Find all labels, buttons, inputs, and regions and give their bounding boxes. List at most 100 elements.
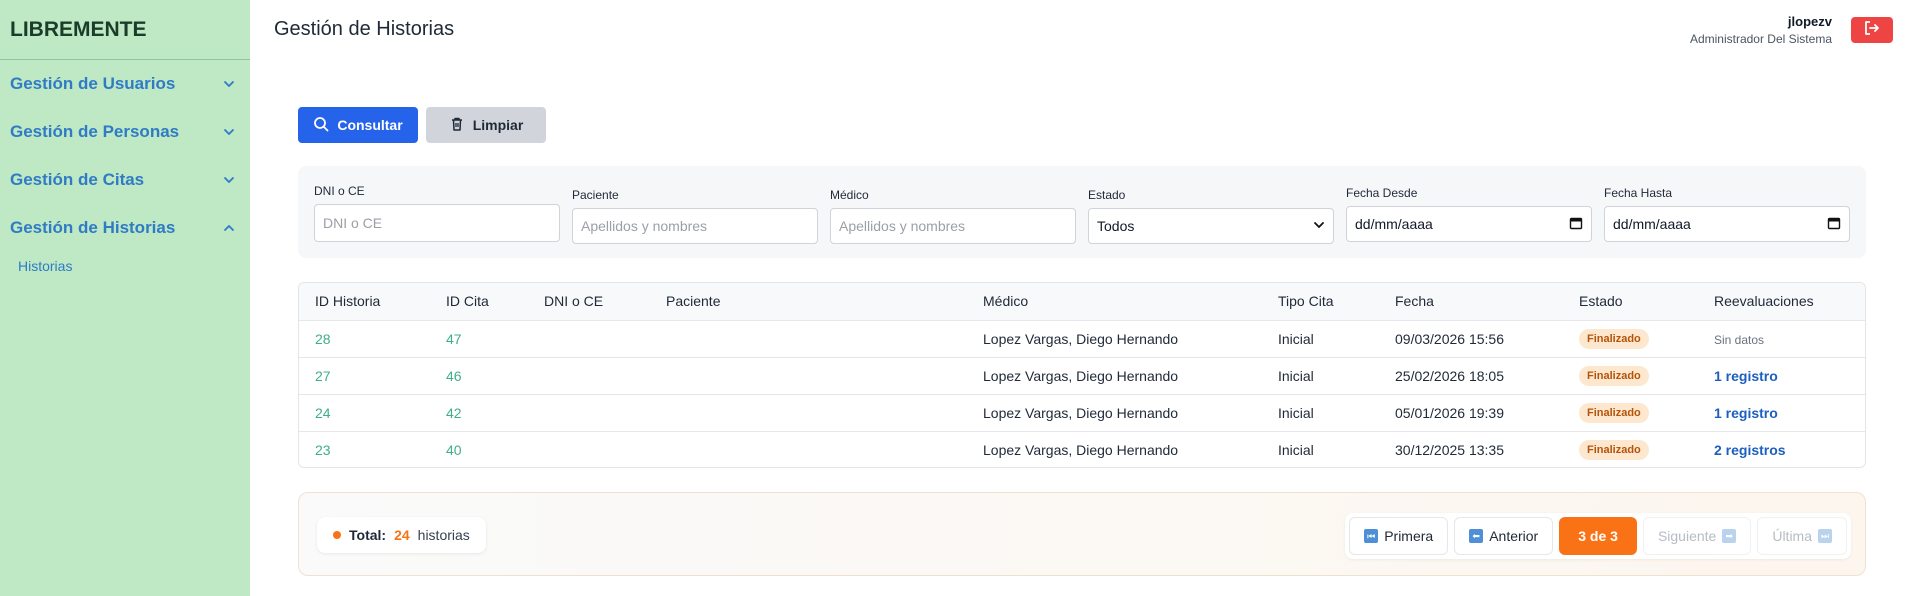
column-header: Médico	[983, 293, 1029, 310]
filter-medico: Médico Apellidos y nombres	[830, 188, 1076, 244]
id-historia-link[interactable]: 28	[299, 320, 430, 357]
id-historia-link[interactable]: 27	[299, 357, 430, 394]
reevaluaciones-link[interactable]: 2 registros	[1714, 442, 1786, 458]
filter-estado: Estado Todos	[1088, 188, 1334, 244]
nav-item-historias[interactable]: Historias	[0, 252, 250, 280]
page-title: Gestión de Historias	[274, 18, 455, 40]
id-cita-link[interactable]: 40	[430, 431, 528, 467]
filter-paciente: Paciente Apellidos y nombres	[572, 188, 818, 244]
table-row: 28 47 Lopez Vargas, Diego Hernando Inici…	[299, 320, 1865, 357]
dni-cell	[528, 431, 650, 467]
reevaluaciones-cell: 2 registros	[1698, 431, 1865, 467]
medico-cell: Lopez Vargas, Diego Hernando	[983, 367, 1179, 384]
medico-cell: Lopez Vargas, Diego Hernando	[983, 404, 1179, 421]
column-header: ID Cita	[446, 293, 489, 310]
filter-fecha-hasta: Fecha Hasta dd/mm/aaaa	[1604, 186, 1850, 242]
estado-cell: Finalizado	[1563, 320, 1698, 357]
consultar-label: Consultar	[337, 117, 403, 133]
limpiar-label: Limpiar	[472, 117, 524, 133]
medico-cell: Lopez Vargas, Diego Hernando	[983, 330, 1179, 347]
chevron-down-icon	[218, 121, 240, 143]
estado-cell: Finalizado	[1563, 394, 1698, 431]
nav-label: Gestión de Historias	[10, 218, 176, 237]
total-summary: Total: 24 historias	[317, 517, 486, 553]
chevron-down-icon	[218, 73, 240, 95]
column-header: Paciente	[666, 293, 721, 310]
logout-icon	[1863, 20, 1881, 41]
tipo-cell: Inicial	[1278, 330, 1314, 347]
user-role: Administrador Del Sistema	[1689, 32, 1832, 46]
table-row: 23 40 Lopez Vargas, Diego Hernando Inici…	[299, 431, 1865, 467]
id-historia-link[interactable]: 23	[299, 431, 430, 467]
prev-page-label: Anterior	[1489, 528, 1539, 544]
calendar-icon[interactable]	[1827, 216, 1841, 233]
nav-gestion-citas[interactable]: Gestión de Citas	[0, 156, 250, 204]
paciente-cell	[650, 320, 967, 357]
sidebar: LIBREMENTE Gestión de Usuarios Gestión d…	[0, 0, 250, 596]
tipo-cell: Inicial	[1278, 441, 1314, 458]
column-header: Fecha	[1395, 293, 1434, 310]
paciente-label: Paciente	[572, 188, 619, 202]
next-page-button[interactable]: Siguiente ➡	[1642, 517, 1752, 555]
first-page-button[interactable]: ⏮ Primera	[1349, 517, 1449, 555]
nav-label: Gestión de Usuarios	[10, 74, 176, 93]
app-brand: LIBREMENTE	[0, 0, 250, 60]
pager: ⏮ Primera ⬅ Anterior 3 de 3 Siguiente ➡ …	[1345, 513, 1851, 559]
limpiar-button[interactable]: Limpiar	[426, 107, 546, 143]
first-page-label: Primera	[1384, 528, 1434, 544]
id-cita-link[interactable]: 47	[430, 320, 528, 357]
paciente-cell	[650, 394, 967, 431]
paciente-cell	[650, 431, 967, 467]
nav-gestion-personas[interactable]: Gestión de Personas	[0, 108, 250, 156]
nav-gestion-usuarios[interactable]: Gestión de Usuarios	[0, 60, 250, 108]
column-header: Estado	[1579, 293, 1623, 310]
tipo-cell: Inicial	[1278, 404, 1314, 421]
status-dot-icon	[333, 531, 341, 539]
estado-value: Todos	[1097, 218, 1135, 234]
dni-cell	[528, 394, 650, 431]
table-row: 27 46 Lopez Vargas, Diego Hernando Inici…	[299, 357, 1865, 394]
last-page-label: Última	[1772, 528, 1812, 544]
filter-panel: DNI o CE DNI o CE Paciente Apellidos y n…	[298, 166, 1866, 258]
table-header-row: ID Historia ID Cita DNI o CE Paciente Mé…	[299, 283, 1865, 320]
id-cita-link[interactable]: 46	[430, 357, 528, 394]
estado-cell: Finalizado	[1563, 357, 1698, 394]
fecha-hasta-input[interactable]: dd/mm/aaaa	[1604, 206, 1850, 242]
fecha-cell: 30/12/2025 13:35	[1395, 441, 1504, 458]
search-icon	[313, 116, 329, 135]
estado-select[interactable]: Todos	[1088, 208, 1334, 244]
id-historia-link[interactable]: 24	[299, 394, 430, 431]
column-header: Tipo Cita	[1278, 293, 1334, 310]
id-cita-link[interactable]: 42	[430, 394, 528, 431]
fecha-hasta-value: dd/mm/aaaa	[1613, 216, 1691, 232]
calendar-icon[interactable]	[1569, 216, 1583, 233]
fecha-desde-input[interactable]: dd/mm/aaaa	[1346, 206, 1592, 242]
reevaluaciones-link[interactable]: 1 registro	[1714, 368, 1778, 384]
last-page-button[interactable]: Última ⏭	[1757, 517, 1847, 555]
column-header: DNI o CE	[544, 293, 604, 310]
last-page-icon: ⏭	[1818, 529, 1832, 543]
next-page-label: Siguiente	[1657, 528, 1717, 544]
consultar-button[interactable]: Consultar	[298, 107, 418, 143]
prev-page-button[interactable]: ⬅ Anterior	[1454, 517, 1554, 555]
arrow-left-icon: ⬅	[1469, 529, 1484, 543]
chevron-down-icon	[1313, 218, 1325, 234]
tipo-cell: Inicial	[1278, 367, 1314, 384]
paciente-input[interactable]: Apellidos y nombres	[572, 208, 818, 244]
reevaluaciones-link[interactable]: 1 registro	[1714, 405, 1778, 421]
trash-icon	[449, 116, 465, 135]
total-label: Total:	[349, 527, 387, 543]
fecha-cell: 05/01/2026 19:39	[1395, 404, 1504, 421]
fecha-hasta-label: Fecha Hasta	[1604, 186, 1673, 200]
arrow-right-icon: ➡	[1722, 529, 1737, 543]
column-header: ID Historia	[315, 293, 381, 310]
fecha-desde-label: Fecha Desde	[1346, 186, 1418, 200]
reevaluaciones-empty: Sin datos	[1714, 332, 1765, 347]
filter-dni: DNI o CE DNI o CE	[314, 184, 560, 242]
nav-gestion-historias[interactable]: Gestión de Historias	[0, 204, 250, 252]
dni-input[interactable]: DNI o CE	[314, 204, 560, 242]
user-name: jlopezv	[1787, 14, 1832, 29]
medico-label: Médico	[830, 188, 869, 202]
medico-input[interactable]: Apellidos y nombres	[830, 208, 1076, 244]
logout-button[interactable]	[1851, 17, 1893, 43]
